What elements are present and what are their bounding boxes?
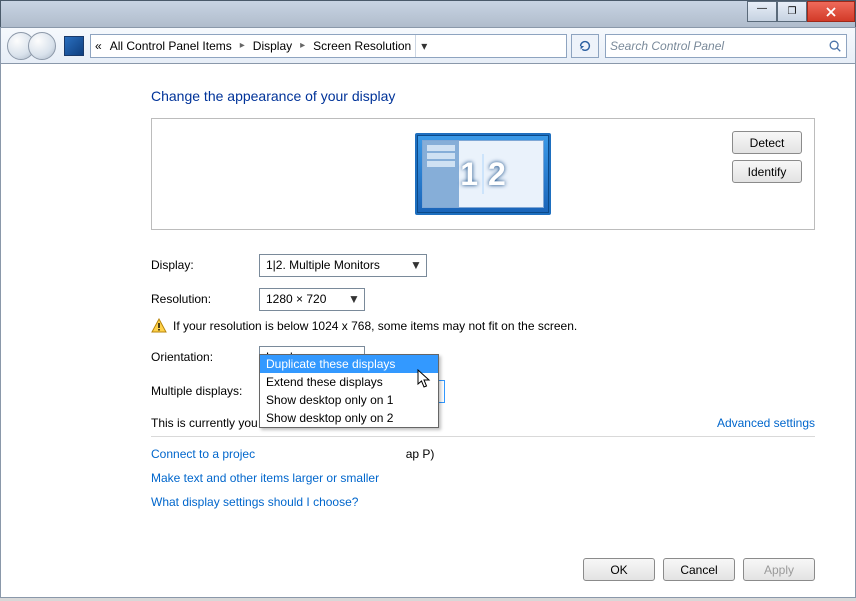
window-maximize-button[interactable]: ❐ — [777, 1, 807, 22]
search-placeholder: Search Control Panel — [610, 39, 724, 53]
search-icon — [828, 39, 842, 53]
dropdown-option-2[interactable]: Show desktop only on 1 — [260, 391, 438, 409]
breadcrumb-item-0[interactable]: All Control Panel Items — [106, 37, 236, 55]
orientation-label: Orientation: — [151, 350, 259, 364]
dropdown-option-3[interactable]: Show desktop only on 2 — [260, 409, 438, 427]
advanced-settings-link[interactable]: Advanced settings — [717, 416, 815, 430]
chevron-right-icon: ▸ — [300, 40, 305, 51]
detect-button[interactable]: Detect — [732, 131, 802, 154]
resolution-label: Resolution: — [151, 292, 259, 306]
mouse-cursor-icon — [417, 369, 433, 389]
apply-button: Apply — [743, 558, 815, 581]
resolution-select[interactable]: 1280 × 720▼ — [259, 288, 365, 311]
cancel-button[interactable]: Cancel — [663, 558, 735, 581]
resolution-warning-text: If your resolution is below 1024 x 768, … — [173, 319, 577, 333]
content-pane: Change the appearance of your display 1 … — [0, 64, 856, 598]
display-preview[interactable]: 1 2 Detect Identify — [151, 118, 815, 230]
chevron-right-icon: ▸ — [240, 40, 245, 51]
text-size-link[interactable]: Make text and other items larger or smal… — [151, 471, 815, 485]
breadcrumb-item-1[interactable]: Display — [249, 37, 296, 55]
connect-projector-link[interactable]: Connect to a projec — [151, 447, 255, 461]
breadcrumb-root[interactable]: « — [91, 39, 106, 53]
monitor-number-1: 1 — [460, 156, 478, 193]
dropdown-option-0[interactable]: Duplicate these displays — [260, 355, 438, 373]
display-settings-help-link[interactable]: What display settings should I choose? — [151, 495, 815, 509]
dropdown-option-1[interactable]: Extend these displays — [260, 373, 438, 391]
close-icon — [825, 7, 837, 17]
breadcrumb-dropdown[interactable]: ▾ — [415, 35, 432, 57]
multiple-displays-label: Multiple displays: — [151, 384, 259, 398]
chevron-down-icon: ▼ — [408, 258, 424, 272]
monitor-number-2: 2 — [488, 156, 506, 193]
breadcrumb[interactable]: « All Control Panel Items ▸ Display ▸ Sc… — [90, 34, 567, 58]
multiple-displays-dropdown[interactable]: Duplicate these displays Extend these di… — [259, 354, 439, 428]
address-bar: « All Control Panel Items ▸ Display ▸ Sc… — [0, 27, 856, 64]
breadcrumb-item-2[interactable]: Screen Resolution — [309, 37, 415, 55]
search-input[interactable]: Search Control Panel — [605, 34, 847, 58]
dialog-buttons: OK Cancel Apply — [583, 558, 815, 581]
warning-icon — [151, 318, 167, 334]
main-display-text-partial: This is currently you — [151, 416, 258, 430]
window-minimize-button[interactable]: — — [747, 1, 777, 22]
refresh-button[interactable] — [571, 34, 599, 58]
window-close-button[interactable] — [807, 1, 855, 22]
nav-forward-button[interactable] — [28, 32, 56, 60]
chevron-down-icon: ▼ — [346, 292, 362, 306]
display-label: Display: — [151, 258, 259, 272]
display-select[interactable]: 1|2. Multiple Monitors▼ — [259, 254, 427, 277]
page-title: Change the appearance of your display — [151, 88, 815, 104]
window-titlebar[interactable]: — ❐ — [0, 0, 856, 27]
identify-button[interactable]: Identify — [732, 160, 802, 183]
refresh-icon — [578, 39, 592, 53]
control-panel-icon — [64, 36, 84, 56]
monitor-thumbnail[interactable]: 1 2 — [415, 133, 551, 215]
ok-button[interactable]: OK — [583, 558, 655, 581]
divider — [151, 436, 815, 437]
